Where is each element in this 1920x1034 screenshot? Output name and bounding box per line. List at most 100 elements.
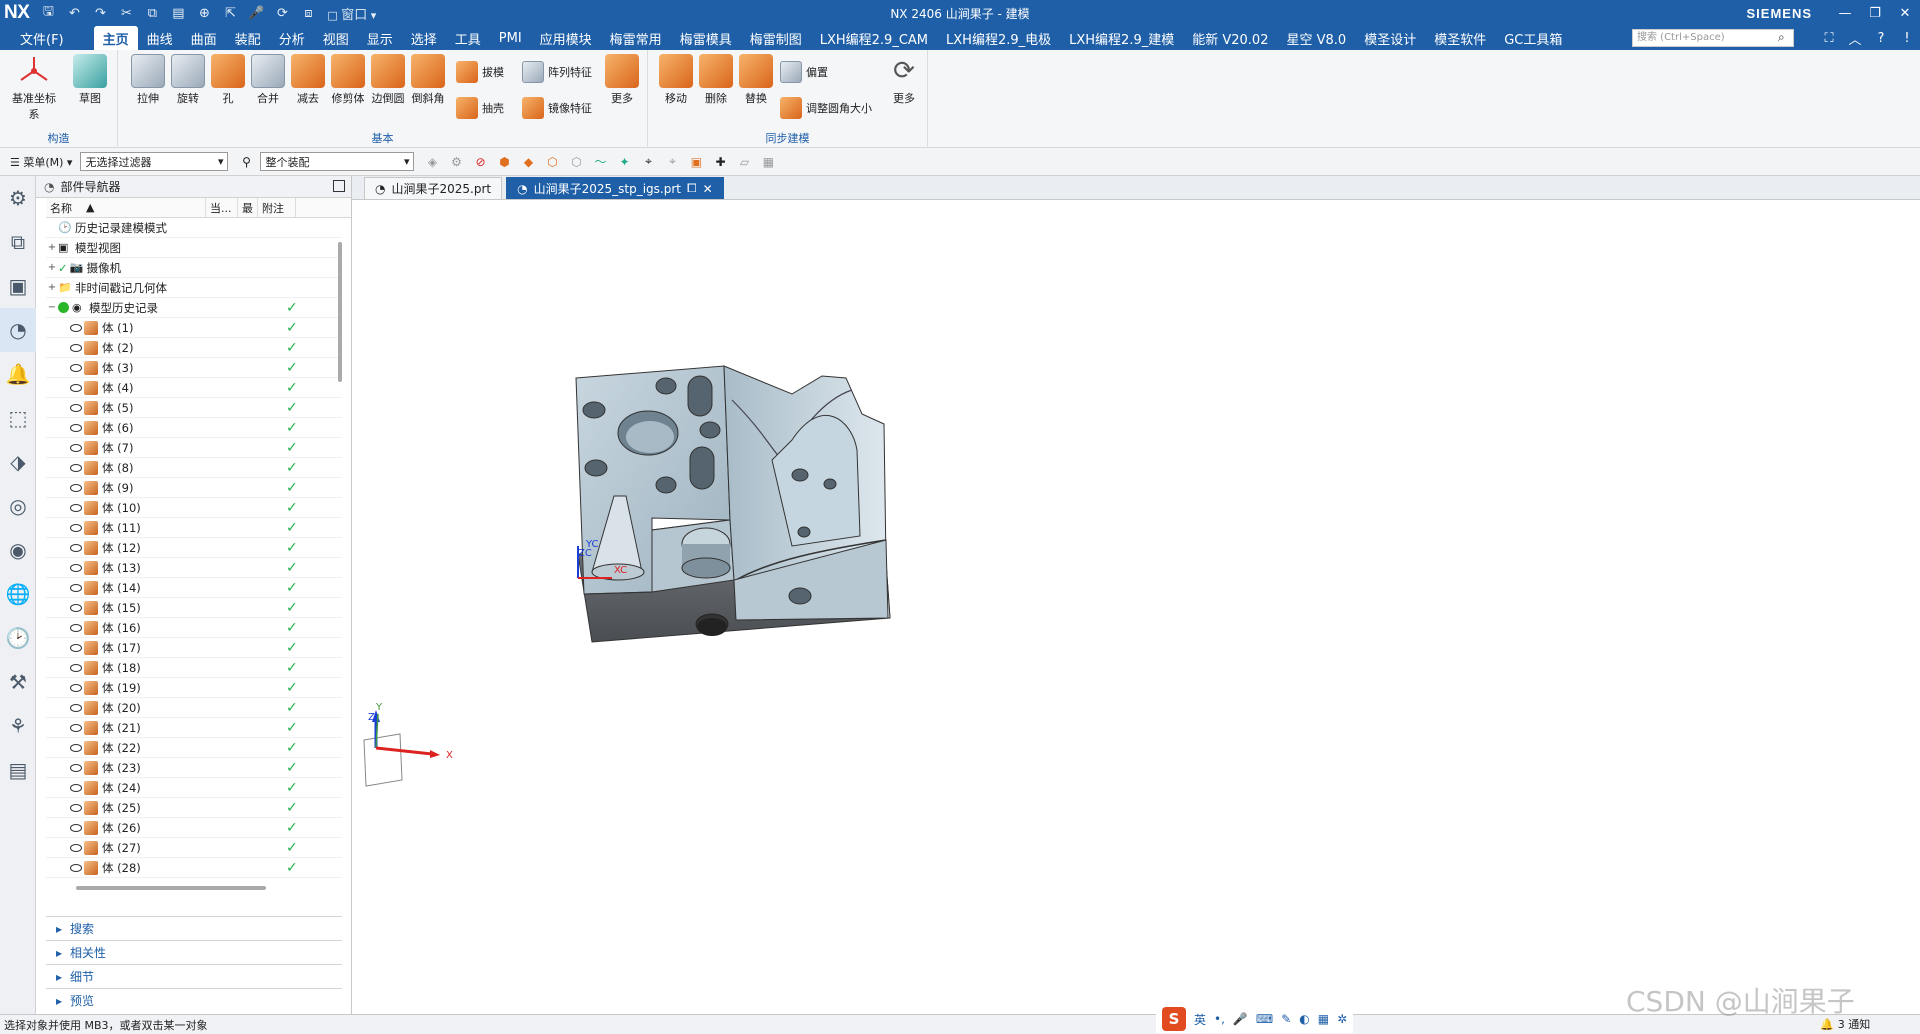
visibility-eye-icon[interactable] — [70, 443, 82, 452]
trim-body-button[interactable]: 修剪体 — [328, 54, 368, 106]
move-face-button[interactable]: 移动 — [656, 54, 696, 106]
expand-icon[interactable]: + — [46, 242, 58, 253]
ribbon-tab-17[interactable]: 能新 V20.02 — [1183, 26, 1277, 50]
visibility-eye-icon[interactable] — [70, 483, 82, 492]
body-feature-row[interactable]: 体 (25) ✓ — [46, 798, 342, 818]
body-feature-row[interactable]: 体 (27) ✓ — [46, 838, 342, 858]
ribbon-tab-19[interactable]: 模圣设计 — [1355, 26, 1425, 50]
shell-button[interactable]: 抽壳 — [456, 94, 504, 122]
maximize-icon[interactable] — [333, 180, 345, 192]
layout-icon[interactable]: ▤ — [0, 748, 36, 792]
ribbon-tab-10[interactable]: 应用模块 — [531, 26, 601, 50]
notifications-icon[interactable]: 🔔 — [0, 352, 36, 396]
skin-icon[interactable]: ✎ — [1281, 1012, 1291, 1026]
type-filter-dropdown[interactable]: 无选择过滤器 ▾ — [80, 152, 229, 171]
checkmark-icon[interactable]: ✓ — [58, 261, 68, 275]
tree-node[interactable]: + ✓ 📷 摄像机 — [46, 258, 342, 278]
reuse-library-icon[interactable]: ⬚ — [0, 396, 36, 440]
offset-region-button[interactable]: 偏置 — [780, 58, 828, 86]
body-feature-row[interactable]: 体 (24) ✓ — [46, 778, 342, 798]
visibility-eye-icon[interactable] — [70, 463, 82, 472]
tree-node[interactable]: 🕑 历史记录建模模式 — [46, 218, 342, 238]
file-tab-1[interactable]: ◔ 山涧果子2025.prt — [364, 177, 503, 199]
body-feature-row[interactable]: 体 (2) ✓ — [46, 338, 342, 358]
general-selection-icon[interactable]: ◈ — [422, 153, 442, 171]
undo-icon[interactable]: ↶ — [63, 6, 85, 21]
unite-button[interactable]: 合并 — [248, 54, 288, 106]
copy-icon[interactable]: ⧉ — [141, 6, 163, 21]
ribbon-tab-2[interactable]: 曲面 — [182, 26, 226, 50]
more-sync-button[interactable]: ⟳ 更多 — [884, 54, 924, 106]
tools-icon[interactable]: ⚒ — [0, 660, 36, 704]
view-triad[interactable]: X Y Z — [363, 702, 453, 787]
vertical-scrollbar[interactable] — [338, 242, 342, 382]
name-column-header[interactable]: 名称 ▲ — [46, 198, 206, 217]
body-feature-row[interactable]: 体 (10) ✓ — [46, 498, 342, 518]
visibility-eye-icon[interactable] — [70, 803, 82, 812]
snap-point-icon[interactable]: ⌖ — [662, 153, 682, 171]
game-icon[interactable]: ◐ — [1299, 1012, 1309, 1026]
toolbox-icon[interactable]: ✲ — [1337, 1012, 1347, 1026]
body-feature-row[interactable]: 体 (6) ✓ — [46, 418, 342, 438]
sheet-body-icon[interactable]: ⬡ — [542, 153, 562, 171]
component-icon[interactable]: ⚙ — [446, 153, 466, 171]
restore-button[interactable]: ❐ — [1860, 0, 1890, 26]
ribbon-tab-21[interactable]: GC工具箱 — [1495, 26, 1571, 50]
visibility-eye-icon[interactable] — [70, 623, 82, 632]
globe-icon[interactable]: 🌐 — [0, 572, 36, 616]
body-feature-row[interactable]: 体 (26) ✓ — [46, 818, 342, 838]
ribbon-tab-11[interactable]: 梅雷常用 — [601, 26, 671, 50]
delete-face-button[interactable]: 删除 — [696, 54, 736, 106]
no-selection-icon[interactable]: ⊘ — [470, 153, 490, 171]
body-feature-row[interactable]: 体 (1) ✓ — [46, 318, 342, 338]
fullscreen-icon[interactable]: ⛶ — [1816, 26, 1842, 50]
body-feature-row[interactable]: 体 (9) ✓ — [46, 478, 342, 498]
body-feature-row[interactable]: 体 (12) ✓ — [46, 538, 342, 558]
body-icon[interactable]: ⬡ — [566, 153, 586, 171]
file-menu[interactable]: 文件(F) — [0, 26, 94, 50]
ribbon-tab-7[interactable]: 选择 — [402, 26, 446, 50]
web-browser-icon[interactable]: ◎ — [0, 484, 36, 528]
body-feature-row[interactable]: 体 (15) ✓ — [46, 598, 342, 618]
draft-button[interactable]: 拔模 — [456, 58, 504, 86]
punctuation-icon[interactable]: •, — [1214, 1012, 1225, 1026]
visibility-eye-icon[interactable] — [70, 363, 82, 372]
visibility-eye-icon[interactable] — [70, 823, 82, 832]
collapse-icon[interactable]: − — [46, 302, 58, 313]
face-icon[interactable]: ◆ — [518, 153, 538, 171]
tree-node[interactable]: + 📁 非时间戳记几何体 — [46, 278, 342, 298]
graphics-window[interactable]: ◔ 山涧果子2025.prt ◔ 山涧果子2025_stp_igs.prt ⧠ ✕ — [352, 176, 1920, 1014]
search-icon[interactable]: ⌕ — [1778, 30, 1785, 45]
repeat-icon[interactable]: ⟳ — [271, 6, 293, 21]
menu-button[interactable]: ☰ 菜单(M) ▾ — [0, 154, 80, 170]
hd3d-icon[interactable]: ⬗ — [0, 440, 36, 484]
command-search-input[interactable]: 搜索 (Ctrl+Space) — [1632, 29, 1794, 47]
point-icon[interactable]: ✦ — [614, 153, 634, 171]
current-column-header[interactable]: 当... — [206, 198, 238, 217]
save-icon[interactable]: 🖫 — [37, 2, 59, 24]
paste-icon[interactable]: ▤ — [167, 6, 189, 21]
point-dialog-icon[interactable]: ✚ — [710, 153, 730, 171]
ribbon-tab-1[interactable]: 曲线 — [138, 26, 182, 50]
help-icon[interactable]: ? — [1868, 26, 1894, 50]
ribbon-tab-0[interactable]: 主页 — [93, 26, 138, 50]
model-scene[interactable]: YC ZC XC X Y Z — [352, 200, 1920, 1014]
tree-node[interactable]: − ◉ 模型历史记录 ✓ — [46, 298, 342, 318]
ribbon-tab-8[interactable]: 工具 — [446, 26, 490, 50]
ribbon-tab-12[interactable]: 梅雷模具 — [671, 26, 741, 50]
expand-icon[interactable]: + — [46, 262, 58, 273]
search-section[interactable]: ▸ 搜索 — [46, 916, 342, 940]
visibility-eye-icon[interactable] — [70, 703, 82, 712]
sogou-logo-icon[interactable]: S — [1162, 1007, 1186, 1031]
microphone-icon[interactable]: 🎤 — [245, 6, 267, 21]
visibility-eye-icon[interactable] — [70, 783, 82, 792]
visibility-eye-icon[interactable] — [70, 663, 82, 672]
open-icon[interactable]: ⇱ — [219, 6, 241, 21]
visibility-eye-icon[interactable] — [70, 563, 82, 572]
solid-body-icon[interactable]: ⬢ — [494, 153, 514, 171]
mirror-feature-button[interactable]: 镜像特征 — [522, 94, 592, 122]
visibility-eye-icon[interactable] — [70, 323, 82, 332]
close-tab-icon[interactable]: ✕ — [703, 182, 713, 196]
chamfer-button[interactable]: 倒斜角 — [408, 54, 448, 106]
body-feature-row[interactable]: 体 (28) ✓ — [46, 858, 342, 878]
